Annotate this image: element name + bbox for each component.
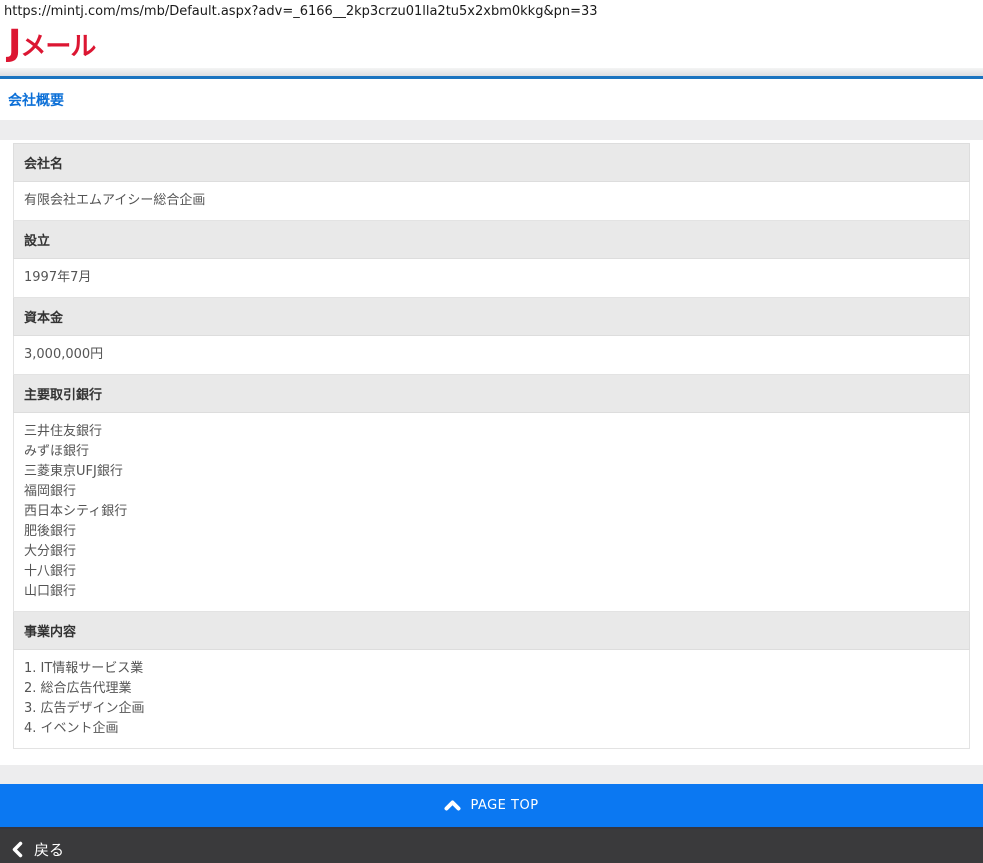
chevron-up-icon (444, 800, 461, 811)
jmail-logo[interactable]: Jメール (8, 26, 95, 62)
row-label-business: 事業内容 (14, 612, 970, 650)
site-header: Jメール (0, 24, 983, 68)
table-row: 3,000,000円 (14, 336, 970, 375)
company-info-table: 会社名 有限会社エムアイシー総合企画 設立 1997年7月 資本金 (13, 143, 970, 749)
page-title-section: 会社概要 (0, 79, 983, 120)
company-info-panel: 会社名 有限会社エムアイシー総合企画 設立 1997年7月 資本金 (0, 140, 983, 765)
jmail-logo-j: J (8, 23, 20, 64)
table-row: 主要取引銀行 (14, 375, 970, 413)
row-value-established: 1997年7月 (14, 259, 970, 298)
back-button[interactable]: 戻る (0, 827, 983, 863)
back-label: 戻る (34, 839, 64, 860)
table-row: 会社名 (14, 144, 970, 182)
chevron-left-icon (12, 841, 23, 858)
table-row: 設立 (14, 221, 970, 259)
page-title: 会社概要 (8, 90, 64, 110)
row-value-business: 1. IT情報サービス業 2. 総合広告代理業 3. 広告デザイン企画 4. イ… (14, 650, 970, 749)
table-row: 有限会社エムアイシー総合企画 (14, 182, 970, 221)
table-row: 三井住友銀行 みずほ銀行 三菱東京UFJ銀行 福岡銀行 西日本シティ銀行 肥後銀… (14, 413, 970, 612)
page: https://mintj.com/ms/mb/Default.aspx?adv… (0, 0, 983, 863)
jmail-logo-text: メール (20, 32, 95, 62)
page-top-button[interactable]: PAGE TOP (0, 784, 983, 827)
row-label-main-banks: 主要取引銀行 (14, 375, 970, 413)
row-value-capital: 3,000,000円 (14, 336, 970, 375)
row-label-established: 設立 (14, 221, 970, 259)
table-row: 1997年7月 (14, 259, 970, 298)
row-value-main-banks: 三井住友銀行 みずほ銀行 三菱東京UFJ銀行 福岡銀行 西日本シティ銀行 肥後銀… (14, 413, 970, 612)
header-divider-strip (0, 68, 983, 79)
page-top-label: PAGE TOP (470, 798, 538, 813)
page-url-text: https://mintj.com/ms/mb/Default.aspx?adv… (0, 0, 983, 24)
table-row: 1. IT情報サービス業 2. 総合広告代理業 3. 広告デザイン企画 4. イ… (14, 650, 970, 749)
table-row: 資本金 (14, 298, 970, 336)
row-label-capital: 資本金 (14, 298, 970, 336)
table-row: 事業内容 (14, 612, 970, 650)
row-value-company-name: 有限会社エムアイシー総合企画 (14, 182, 970, 221)
row-label-company-name: 会社名 (14, 144, 970, 182)
content-area: 会社名 有限会社エムアイシー総合企画 設立 1997年7月 資本金 (0, 120, 983, 784)
